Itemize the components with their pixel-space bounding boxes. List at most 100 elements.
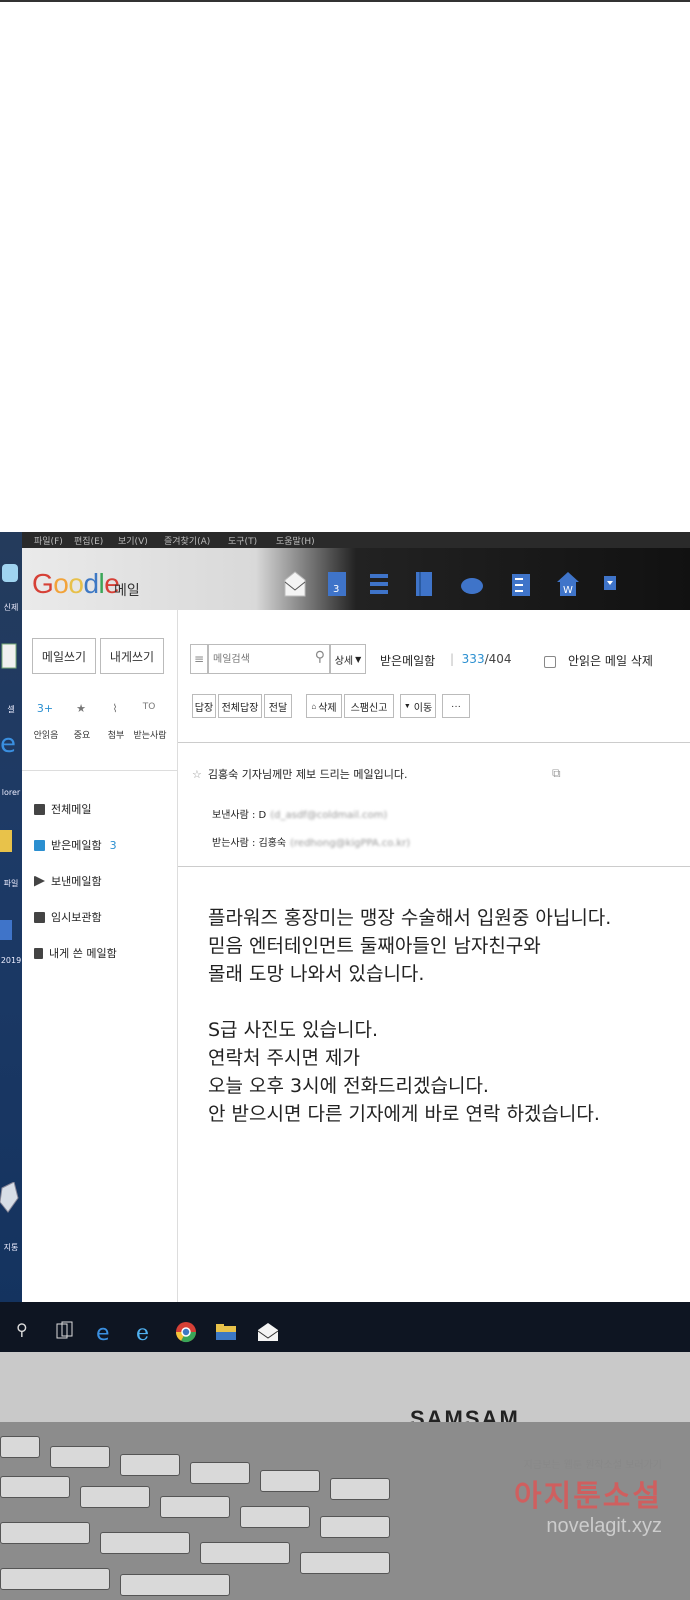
recycle-bin-icon[interactable] <box>0 1181 20 1213</box>
more-button[interactable]: ··· <box>442 694 470 718</box>
unread-icon[interactable]: 3+ <box>30 702 60 715</box>
folder-label: 내게 쓴 메일함 <box>49 947 117 960</box>
chrome-icon[interactable] <box>174 1320 198 1344</box>
app-logo-sub: 메일 <box>114 583 140 599</box>
keyboard-key <box>190 1462 250 1484</box>
task-view-icon[interactable] <box>54 1320 78 1344</box>
ie-icon[interactable]: e <box>134 1320 158 1346</box>
mail-body: 플라워즈 홍장미는 맹장 수술해서 입원중 아닙니다. 믿음 엔터테인먼트 둘째… <box>208 904 678 1128</box>
toolbar-divider <box>178 742 690 743</box>
keyboard-key <box>120 1454 180 1476</box>
move-button[interactable]: ▼ 이동 <box>400 694 436 718</box>
folder-label: 임시보관함 <box>51 911 102 924</box>
edge-icon[interactable]: e <box>94 1320 118 1346</box>
menu-view[interactable]: 보기(V) <box>118 534 148 547</box>
office-icon[interactable]: W <box>556 570 579 598</box>
spam-report-button[interactable]: 스팸신고 <box>344 694 394 718</box>
keyboard-key <box>80 1486 150 1508</box>
menu-help[interactable]: 도움말(H) <box>276 534 315 547</box>
reply-all-button[interactable]: 전체답장 <box>218 694 262 718</box>
menu-favorites[interactable]: 즐겨찾기(A) <box>164 534 210 547</box>
svg-text:3: 3 <box>333 584 339 595</box>
laptop-scene: 신제 셀 e lorer 파일 2019 지통 파일(F) 편집(E) 보기(V… <box>0 532 690 1600</box>
tasks-icon[interactable] <box>510 570 532 598</box>
to-icon[interactable]: TO <box>134 702 164 712</box>
desktop-label: 지통 <box>3 1243 19 1252</box>
svg-text:e: e <box>96 1321 110 1344</box>
quick-label-recipient[interactable]: 받는사람 <box>130 728 170 741</box>
menu-edit[interactable]: 편집(E) <box>74 534 103 547</box>
reply-button[interactable]: 답장 <box>192 694 216 718</box>
folder-label: 보낸메일함 <box>51 875 102 888</box>
laptop-screen: 신제 셀 e lorer 파일 2019 지통 파일(F) 편집(E) 보기(V… <box>0 532 690 1372</box>
search-icon[interactable]: ⚲ <box>315 649 325 665</box>
detail-search-button[interactable]: 상세 ▼ <box>330 644 366 674</box>
search-input[interactable] <box>213 650 305 668</box>
keyboard-key <box>0 1568 110 1590</box>
document-icon[interactable] <box>0 916 20 946</box>
mail-sidebar: 메일쓰기 내게쓰기 3+ ★ ⌇ TO 안읽음 중요 첨부 받는사람 전체메일 … <box>22 610 178 1302</box>
list-toggle-icon[interactable]: ≡ <box>190 644 208 674</box>
keyboard-key <box>0 1436 40 1458</box>
star-outline-icon[interactable]: ☆ <box>192 768 202 781</box>
more-dropdown-icon[interactable] <box>604 570 616 598</box>
folder-label: 전체메일 <box>51 803 92 816</box>
svg-text:W: W <box>563 585 573 596</box>
search-box: ⚲ <box>208 644 330 674</box>
body-line: 연락처 주시면 제가 <box>208 1047 360 1069</box>
paperclip-icon[interactable]: ⌇ <box>100 702 130 715</box>
keyboard-key <box>0 1476 70 1498</box>
keyboard-key <box>160 1496 230 1518</box>
keyboard-key <box>260 1470 320 1492</box>
search-icon[interactable]: ⚲ <box>16 1320 40 1344</box>
folder-self[interactable]: 내게 쓴 메일함 <box>34 944 117 962</box>
mail-main: ≡ ⚲ 상세▼ 받은메일함 | 333/404 안읽은 메일 삭제 답장 전체답… <box>178 610 690 1302</box>
checkbox-icon <box>34 803 45 815</box>
body-line: 몰래 도망 나와서 있습니다. <box>208 963 425 985</box>
browser-icon[interactable]: e <box>0 728 20 759</box>
app-logo[interactable]: Goodle <box>32 568 120 600</box>
notes-icon[interactable] <box>414 570 436 598</box>
popout-icon[interactable]: ⧉ <box>552 766 561 781</box>
address-book-icon[interactable] <box>368 570 390 598</box>
delete-button[interactable]: ⌂ 삭제 <box>306 694 342 718</box>
write-self-button[interactable]: 내게쓰기 <box>100 638 164 674</box>
folder-icon[interactable] <box>0 826 20 856</box>
sidebar-divider <box>22 770 178 771</box>
desktop-label: 2019 <box>0 956 22 965</box>
body-line <box>208 988 678 1016</box>
watermark-url: novelagit.xyz <box>546 1515 662 1537</box>
calendar-icon[interactable]: 3 <box>326 570 348 598</box>
keyboard-key <box>50 1446 110 1468</box>
quick-label-unread[interactable]: 안읽음 <box>26 728 66 741</box>
folder-drafts[interactable]: 임시보관함 <box>34 908 102 926</box>
mail-icon[interactable] <box>284 570 306 598</box>
body-line: 믿음 엔터테인먼트 둘째아들인 남자친구와 <box>208 935 541 957</box>
mail-app-icon[interactable] <box>256 1320 280 1344</box>
folder-sent[interactable]: 보낸메일함 <box>34 872 102 890</box>
watermark: 지금보는 웹툰 원작소설 보러가기 아지툰소설 novelagit.xyz <box>462 1456 662 1538</box>
chevron-down-icon: ▼ <box>355 654 362 664</box>
menu-file[interactable]: 파일(F) <box>34 534 63 547</box>
inbox-icon <box>34 839 45 851</box>
folder-inbox[interactable]: 받은메일함 3 <box>34 836 117 854</box>
write-mail-button[interactable]: 메일쓰기 <box>32 638 96 674</box>
star-icon[interactable]: ★ <box>66 702 96 715</box>
forward-button[interactable]: 전달 <box>264 694 292 718</box>
folder-all-mail[interactable]: 전체메일 <box>34 800 91 818</box>
header-divider <box>178 866 690 867</box>
menu-tools[interactable]: 도구(T) <box>228 534 257 547</box>
keyboard-key <box>100 1532 190 1554</box>
svg-text:e: e <box>0 729 16 758</box>
chevron-down-icon: ▼ <box>403 702 411 710</box>
cloud-icon[interactable] <box>460 570 483 598</box>
delete-unread-button[interactable]: 안읽은 메일 삭제 <box>544 652 653 669</box>
folder-count: 3 <box>109 838 117 852</box>
desktop-app-icon[interactable] <box>0 562 20 592</box>
file-explorer-icon[interactable] <box>214 1320 238 1344</box>
watermark-tagline: 지금보는 웹툰 원작소설 보러가기 <box>523 1460 662 1471</box>
desktop-label: 신제 <box>3 603 19 612</box>
keyboard-key <box>0 1522 90 1544</box>
watermark-logo: 아지툰소설 <box>514 1479 662 1514</box>
spreadsheet-icon[interactable] <box>0 642 20 672</box>
